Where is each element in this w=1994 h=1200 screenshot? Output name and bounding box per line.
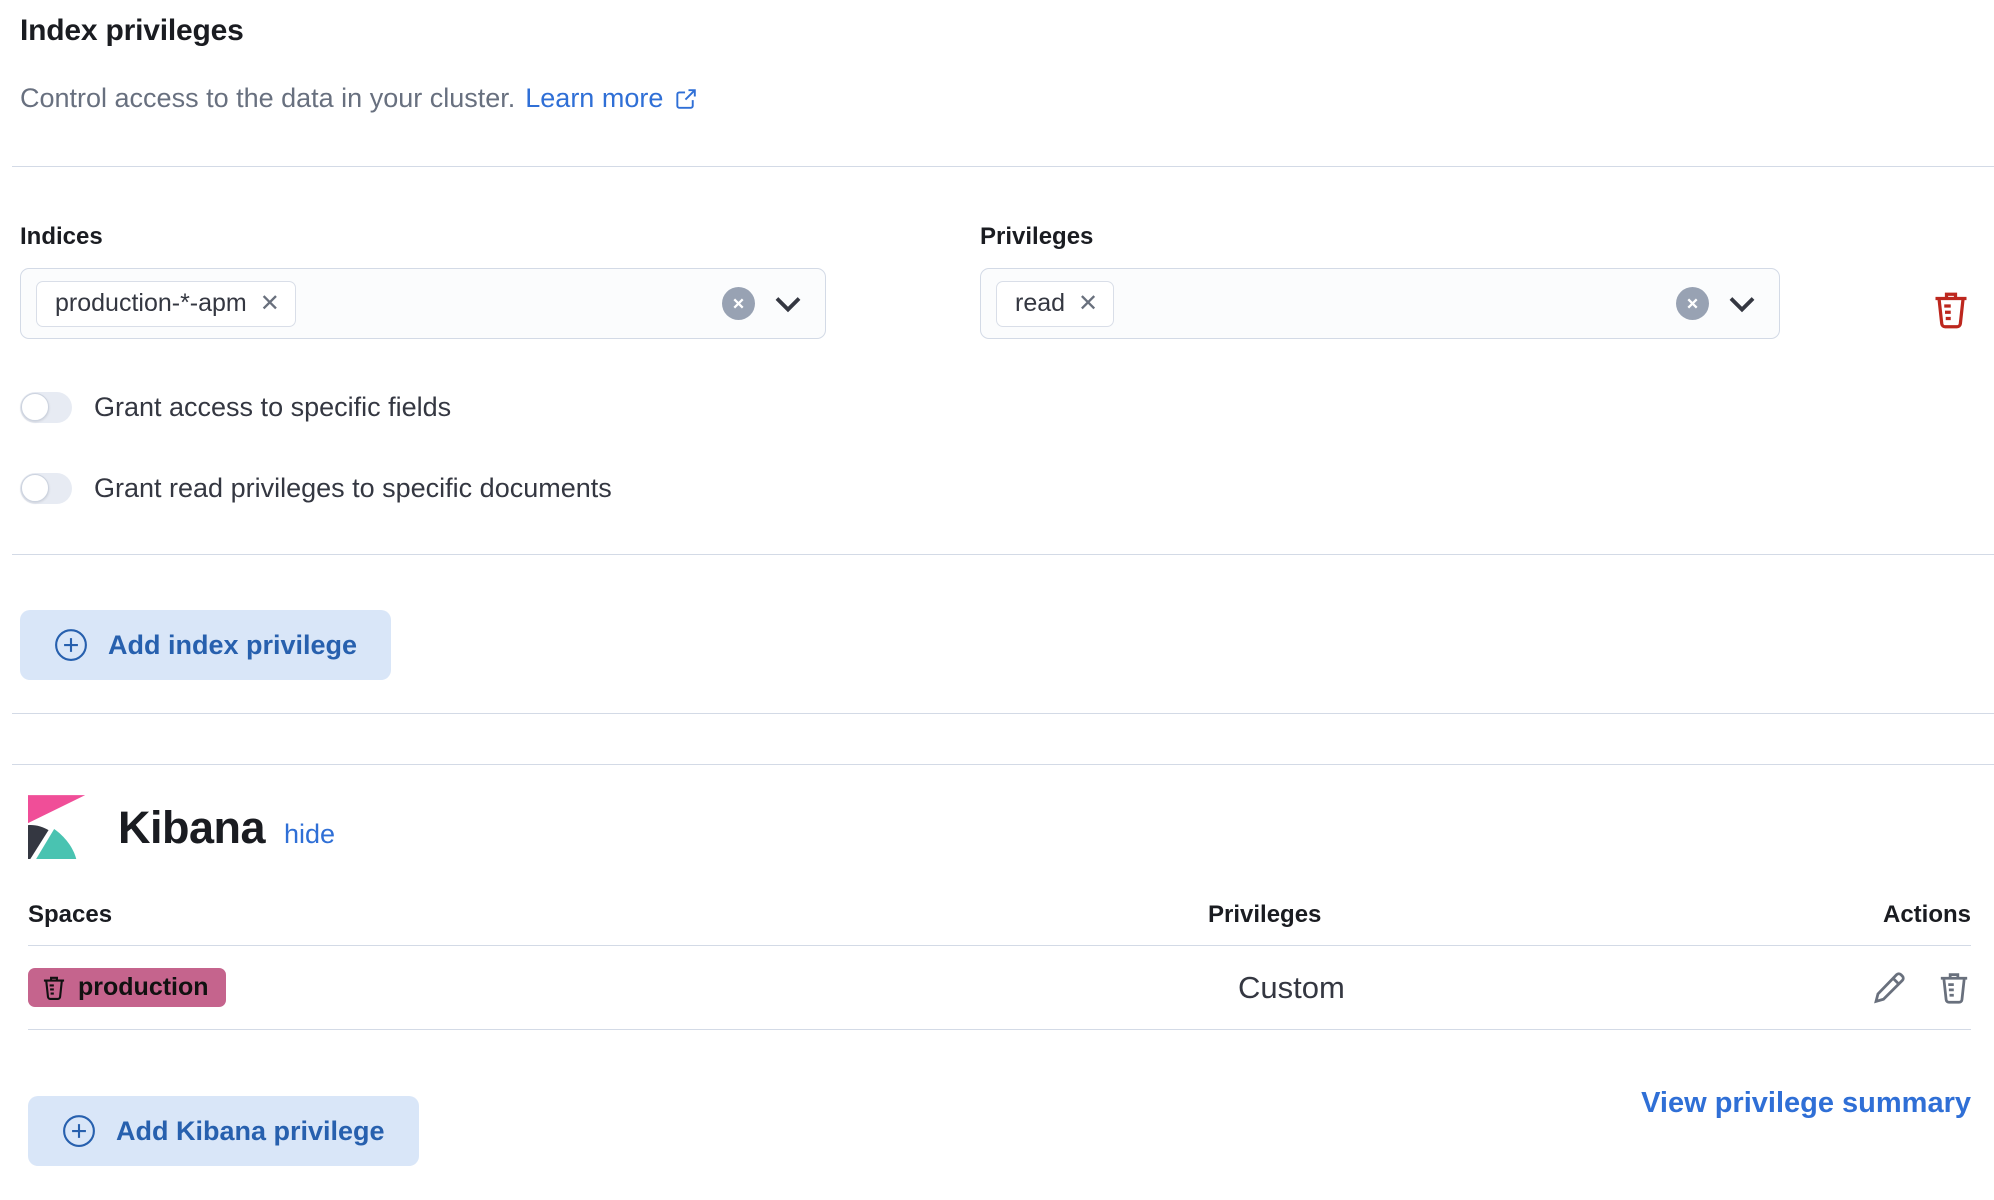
divider [12, 554, 1994, 555]
privileges-field: Privileges read ✕ [980, 223, 1780, 339]
add-index-privilege-button[interactable]: Add index privilege [20, 610, 391, 680]
chevron-down-icon[interactable] [771, 287, 805, 321]
toggle-label: Grant read privileges to specific docume… [94, 473, 612, 504]
view-privilege-summary-link[interactable]: View privilege summary [1641, 1087, 1971, 1120]
index-privileges-description: Control access to the data in your clust… [20, 83, 1971, 114]
privileges-column-header: Privileges [1208, 901, 1798, 929]
chevron-down-icon[interactable] [1725, 287, 1759, 321]
combobox-controls [1676, 287, 1759, 321]
combobox-controls [722, 287, 805, 321]
delete-space-privilege-button[interactable] [1937, 971, 1971, 1005]
description-text: Control access to the data in your clust… [20, 83, 515, 114]
privileges-label: Privileges [980, 223, 1780, 251]
indices-field: Indices production-*-apm ✕ [20, 223, 826, 339]
plus-in-circle-icon [62, 1114, 96, 1148]
privileges-selected-pill: read ✕ [996, 281, 1114, 327]
table-row: production Custom [28, 946, 1971, 1030]
privilege-cell: Custom [1208, 970, 1798, 1006]
plus-in-circle-icon [54, 628, 88, 662]
remove-option-icon[interactable]: ✕ [260, 292, 280, 316]
grant-fields-row: Grant access to specific fields [20, 392, 1971, 423]
table-header-row: Spaces Privileges Actions [28, 901, 1971, 946]
pill-label: read [1015, 289, 1065, 318]
indices-label: Indices [20, 223, 826, 251]
trash-icon [1931, 290, 1971, 330]
learn-more-link[interactable]: Learn more [525, 83, 663, 114]
role-privileges-page: Index privileges Control access to the d… [0, 0, 1994, 1200]
kibana-section-header: Kibana hide [28, 795, 1971, 861]
add-index-privilege-label: Add index privilege [108, 630, 357, 661]
actions-column-header: Actions [1798, 901, 1971, 929]
delete-index-privilege-button[interactable] [1931, 290, 1971, 333]
pencil-icon [1872, 971, 1906, 1005]
pill-label: production-*-apm [55, 289, 247, 318]
divider [12, 713, 1994, 714]
clear-selection-icon[interactable] [722, 287, 755, 320]
kibana-section-title: Kibana [118, 802, 265, 854]
external-link-icon [675, 88, 697, 110]
space-badge[interactable]: production [28, 968, 226, 1007]
grant-fields-toggle[interactable] [20, 392, 72, 423]
kibana-title-group: Kibana hide [118, 802, 335, 854]
toggle-knob [21, 393, 49, 421]
space-trash-icon [41, 975, 67, 1001]
grant-documents-row: Grant read privileges to specific docume… [20, 473, 1971, 504]
indices-selected-pill: production-*-apm ✕ [36, 281, 296, 327]
hide-kibana-link[interactable]: hide [284, 819, 335, 850]
edit-space-privilege-button[interactable] [1872, 971, 1906, 1005]
index-privileges-title: Index privileges [20, 14, 1971, 48]
divider [12, 166, 1994, 167]
trash-icon [1937, 971, 1971, 1005]
toggle-label: Grant access to specific fields [94, 392, 451, 423]
space-badge-label: production [78, 973, 209, 1002]
actions-cell [1798, 971, 1971, 1005]
remove-option-icon[interactable]: ✕ [1078, 292, 1098, 316]
kibana-privileges-table: Spaces Privileges Actions production Cus… [28, 901, 1971, 1030]
add-kibana-privilege-label: Add Kibana privilege [116, 1116, 385, 1147]
privileges-combobox[interactable]: read ✕ [980, 268, 1780, 339]
divider [12, 764, 1994, 765]
kibana-logo-icon [28, 795, 90, 861]
grant-documents-toggle[interactable] [20, 473, 72, 504]
spaces-cell: production [28, 968, 1208, 1007]
indices-combobox[interactable]: production-*-apm ✕ [20, 268, 826, 339]
spaces-column-header: Spaces [28, 901, 1208, 929]
add-kibana-privilege-button[interactable]: Add Kibana privilege [28, 1096, 419, 1166]
toggle-knob [21, 474, 49, 502]
index-privilege-form-row: Indices production-*-apm ✕ Privileges re… [20, 223, 1971, 339]
clear-selection-icon[interactable] [1676, 287, 1709, 320]
kibana-section-footer: Add Kibana privilege View privilege summ… [20, 1041, 1971, 1166]
